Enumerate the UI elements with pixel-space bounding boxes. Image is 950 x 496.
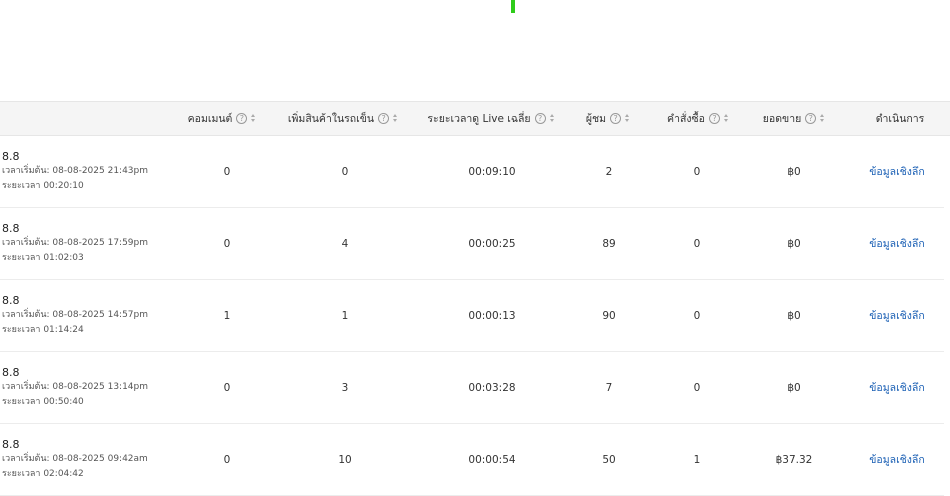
insights-link-cell: ข้อมูลเชิงลึก: [860, 424, 934, 495]
table-row: 8.8 เวลาเริ่มต้น: 08-08-2025 09:42am ระย…: [0, 424, 944, 496]
sort-icon[interactable]: [549, 114, 555, 123]
table-row: 8.8 เวลาเริ่มต้น: 08-08-2025 21:43pm ระย…: [0, 136, 944, 208]
sort-icon[interactable]: [625, 114, 630, 123]
session-title: 8.8: [2, 150, 20, 163]
session-start-time: เวลาเริ่มต้น: 08-08-2025 09:42am: [2, 454, 148, 464]
add-to-cart-cell: 3: [341, 381, 349, 394]
question-circle-icon[interactable]: ?: [708, 113, 720, 124]
table-header: คอมเมนต์ ? เพิ่มสินค้าในรถเข็น ? ระยะเวล…: [0, 101, 950, 136]
viewers-cell: 2: [605, 165, 613, 178]
sales-cell: ฿37.32: [775, 453, 813, 466]
question-circle-icon[interactable]: ?: [610, 113, 622, 124]
table-row: 8.8 เวลาเริ่มต้น: 08-08-2025 17:59pm ระย…: [0, 208, 944, 280]
orders-cell: 0: [693, 237, 701, 250]
column-header-label: ยอดขาย: [762, 113, 802, 125]
column-header-label: ดำเนินการ: [875, 113, 925, 125]
sales-cell: ฿0: [787, 237, 801, 250]
viewers-cell: 90: [602, 309, 616, 322]
add-to-cart-cell: 4: [341, 237, 349, 250]
sort-icon[interactable]: [251, 114, 256, 123]
comments-cell: 0: [223, 237, 231, 250]
add-to-cart-cell: 10: [338, 453, 352, 466]
avg-watch-cell: 00:09:10: [468, 165, 516, 178]
sales-cell: ฿0: [787, 309, 801, 322]
session-duration: ระยะเวลา 00:50:40: [2, 397, 84, 407]
comments-cell: 0: [223, 165, 231, 178]
session-start-time: เวลาเริ่มต้น: 08-08-2025 13:14pm: [2, 382, 149, 392]
session-duration: ระยะเวลา 02:04:42: [2, 469, 84, 479]
column-header-label: ผู้ชม: [585, 113, 607, 125]
orders-cell: 0: [693, 309, 701, 322]
viewers-cell: 89: [602, 237, 616, 250]
sales-cell: ฿0: [787, 165, 801, 178]
green-indicator-mark: [511, 0, 515, 13]
insights-link-cell: ข้อมูลเชิงลึก: [860, 136, 934, 207]
session-duration: ระยะเวลา 01:14:24: [2, 325, 84, 335]
avg-watch-cell: 00:00:25: [468, 237, 516, 250]
add-to-cart-cell: 0: [341, 165, 349, 178]
insights-link[interactable]: ข้อมูลเชิงลึก: [869, 235, 924, 252]
session-info: 8.8 เวลาเริ่มต้น: 08-08-2025 09:42am ระย…: [2, 438, 148, 482]
column-header-sales[interactable]: ยอดขาย ?: [752, 102, 836, 135]
comments-cell: 0: [223, 381, 231, 394]
viewers-cell: 50: [602, 453, 616, 466]
session-duration: ระยะเวลา 00:20:10: [2, 181, 84, 191]
question-circle-icon[interactable]: ?: [534, 113, 546, 124]
session-info: 8.8 เวลาเริ่มต้น: 08-08-2025 17:59pm ระย…: [2, 222, 148, 266]
column-header-comments[interactable]: คอมเมนต์ ?: [176, 102, 268, 135]
session-title: 8.8: [2, 222, 20, 235]
orders-cell: 0: [693, 165, 701, 178]
column-header-label: เพิ่มสินค้าในรถเข็น: [287, 113, 375, 125]
column-header-viewers[interactable]: ผู้ชม ?: [578, 102, 638, 135]
session-info: 8.8 เวลาเริ่มต้น: 08-08-2025 21:43pm ระย…: [2, 150, 148, 194]
column-header-label: คำสั่งซื้อ: [667, 113, 705, 125]
session-info: 8.8 เวลาเริ่มต้น: 08-08-2025 14:57pm ระย…: [2, 294, 148, 338]
avg-watch-cell: 00:00:13: [468, 309, 516, 322]
session-title: 8.8: [2, 438, 20, 451]
column-header-avg-watch-time[interactable]: ระยะเวลาดู Live เฉลี่ย ?: [422, 102, 560, 135]
insights-link[interactable]: ข้อมูลเชิงลึก: [869, 163, 924, 180]
session-title: 8.8: [2, 294, 20, 307]
session-start-time: เวลาเริ่มต้น: 08-08-2025 17:59pm: [2, 238, 149, 248]
insights-link-cell: ข้อมูลเชิงลึก: [860, 208, 934, 279]
session-start-time: เวลาเริ่มต้น: 08-08-2025 21:43pm: [2, 166, 149, 176]
column-header-label: คอมเมนต์: [187, 113, 233, 125]
avg-watch-cell: 00:00:54: [468, 453, 516, 466]
question-circle-icon[interactable]: ?: [236, 113, 248, 124]
insights-link-cell: ข้อมูลเชิงลึก: [860, 352, 934, 423]
column-header-label: ระยะเวลาดู Live เฉลี่ย: [427, 113, 531, 125]
sort-icon[interactable]: [820, 114, 825, 123]
sort-icon[interactable]: [393, 114, 398, 123]
session-title: 8.8: [2, 366, 20, 379]
column-header-add-to-cart[interactable]: เพิ่มสินค้าในรถเข็น ?: [282, 102, 404, 135]
column-header-actions: ดำเนินการ: [860, 102, 940, 135]
table-row: 8.8 เวลาเริ่มต้น: 08-08-2025 13:14pm ระย…: [0, 352, 944, 424]
comments-cell: 0: [223, 453, 231, 466]
sales-cell: ฿0: [787, 381, 801, 394]
question-circle-icon[interactable]: ?: [805, 113, 817, 124]
avg-watch-cell: 00:03:28: [468, 381, 516, 394]
orders-cell: 1: [693, 453, 701, 466]
session-start-time: เวลาเริ่มต้น: 08-08-2025 14:57pm: [2, 310, 149, 320]
insights-link[interactable]: ข้อมูลเชิงลึก: [869, 451, 924, 468]
live-sessions-table: คอมเมนต์ ? เพิ่มสินค้าในรถเข็น ? ระยะเวล…: [0, 101, 950, 496]
question-circle-icon[interactable]: ?: [378, 113, 390, 124]
table-row: 8.8 เวลาเริ่มต้น: 08-08-2025 14:57pm ระย…: [0, 280, 944, 352]
insights-link[interactable]: ข้อมูลเชิงลึก: [869, 307, 924, 324]
orders-cell: 0: [693, 381, 701, 394]
session-duration: ระยะเวลา 01:02:03: [2, 253, 84, 263]
comments-cell: 1: [223, 309, 231, 322]
sort-icon[interactable]: [723, 114, 729, 123]
insights-link[interactable]: ข้อมูลเชิงลึก: [869, 379, 924, 396]
session-info: 8.8 เวลาเริ่มต้น: 08-08-2025 13:14pm ระย…: [2, 366, 148, 410]
column-header-orders[interactable]: คำสั่งซื้อ ?: [656, 102, 740, 135]
add-to-cart-cell: 1: [341, 309, 349, 322]
viewers-cell: 7: [605, 381, 613, 394]
insights-link-cell: ข้อมูลเชิงลึก: [860, 280, 934, 351]
